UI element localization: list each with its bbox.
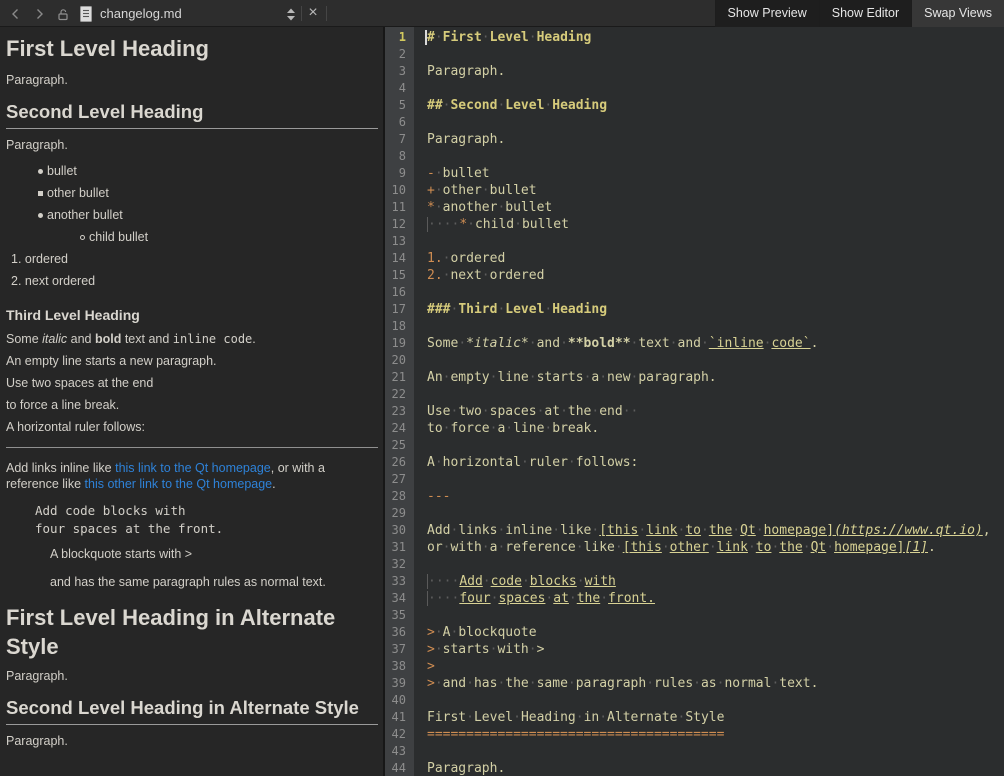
preview-links-paragraph: Add links inline like this link to the Q…	[6, 461, 378, 492]
separator	[326, 6, 327, 21]
list-number: 1.	[11, 252, 21, 266]
blockquote-line: and has the same paragraph rules as norm…	[50, 575, 378, 589]
forward-icon[interactable]	[31, 6, 47, 22]
editor-pane: 1234567891011121314151617181920212223242…	[385, 27, 1004, 776]
list-item: other bullet	[38, 182, 378, 204]
bold-text: bold	[95, 332, 121, 346]
preview-paragraph: A horizontal ruler follows:	[6, 420, 378, 434]
code-lines[interactable]: #·First·Level·HeadingParagraph.##·Second…	[414, 27, 1004, 776]
show-preview-button[interactable]: Show Preview	[715, 0, 819, 27]
swap-views-button[interactable]: Swap Views	[911, 0, 1004, 27]
list-item: 2. next ordered	[11, 270, 378, 292]
unlock-icon[interactable]	[55, 6, 71, 22]
line-numbers: 1234567891011121314151617181920212223242…	[385, 27, 414, 776]
preview-paragraph: Paragraph.	[6, 669, 378, 683]
separator	[301, 6, 302, 21]
list-item-label: child bullet	[89, 230, 148, 244]
horizontal-rule	[6, 447, 378, 448]
preview-h1: First Level Heading	[6, 34, 378, 63]
list-item: 1. ordered	[11, 248, 378, 270]
title-bar: changelog.md × Show Preview Show Editor …	[0, 0, 1004, 27]
preview-bullet-list: bullet other bullet another bullet child…	[6, 160, 378, 248]
preview-mixed-paragraph: Some italic and bold text and inline cod…	[6, 332, 378, 346]
square-bullet-icon	[38, 191, 43, 196]
split-arrows-icon[interactable]	[283, 6, 299, 22]
list-item: bullet	[38, 160, 378, 182]
preview-paragraph: Paragraph.	[6, 73, 378, 87]
disc-bullet-icon	[38, 169, 43, 174]
inline-code: inline code	[173, 332, 252, 346]
list-item-label: other bullet	[47, 186, 109, 200]
list-number: 2.	[11, 274, 21, 288]
preview-ordered-list: 1. ordered 2. next ordered	[6, 248, 378, 292]
list-item-child: child bullet	[80, 226, 378, 248]
disc-bullet-icon	[38, 213, 43, 218]
blockquote-line: A blockquote starts with >	[50, 547, 378, 561]
preview-paragraph: Paragraph.	[6, 734, 378, 748]
document-title[interactable]: changelog.md	[100, 0, 182, 27]
italic-text: italic	[42, 332, 67, 346]
preview-paragraph: to force a line break.	[6, 398, 378, 412]
view-buttons: Show Preview Show Editor Swap Views	[715, 0, 1004, 27]
preview-blockquote: A blockquote starts with > and has the s…	[50, 547, 378, 589]
preview-h3: Third Level Heading	[6, 307, 378, 323]
list-item-label: bullet	[47, 164, 77, 178]
preview-code-block: Add code blocks with four spaces at the …	[35, 502, 378, 537]
preview-paragraph: Paragraph.	[6, 138, 378, 152]
back-icon[interactable]	[8, 6, 24, 22]
preview-paragraph: An empty line starts a new paragraph.	[6, 354, 378, 368]
preview-pane[interactable]: First Level Heading Paragraph. Second Le…	[0, 27, 383, 776]
file-icon	[78, 6, 94, 22]
main-split: First Level Heading Paragraph. Second Le…	[0, 27, 1004, 776]
text-cursor	[425, 30, 427, 45]
qt-homepage-link[interactable]: this link to the Qt homepage	[115, 461, 271, 475]
list-item-label: next ordered	[25, 274, 95, 288]
show-editor-button[interactable]: Show Editor	[819, 0, 911, 27]
close-icon[interactable]: ×	[304, 0, 322, 27]
list-item-label: another bullet	[47, 208, 123, 222]
preview-h2-alt: Second Level Heading in Alternate Style	[6, 696, 378, 725]
preview-paragraph: Use two spaces at the end	[6, 376, 378, 390]
circle-bullet-icon	[80, 235, 85, 240]
preview-h2: Second Level Heading	[6, 100, 378, 129]
list-item: another bullet	[38, 204, 378, 226]
list-item-label: ordered	[25, 252, 68, 266]
preview-h1-alt: First Level Heading in Alternate Style	[6, 603, 378, 661]
qt-homepage-reference-link[interactable]: this other link to the Qt homepage	[85, 477, 273, 491]
